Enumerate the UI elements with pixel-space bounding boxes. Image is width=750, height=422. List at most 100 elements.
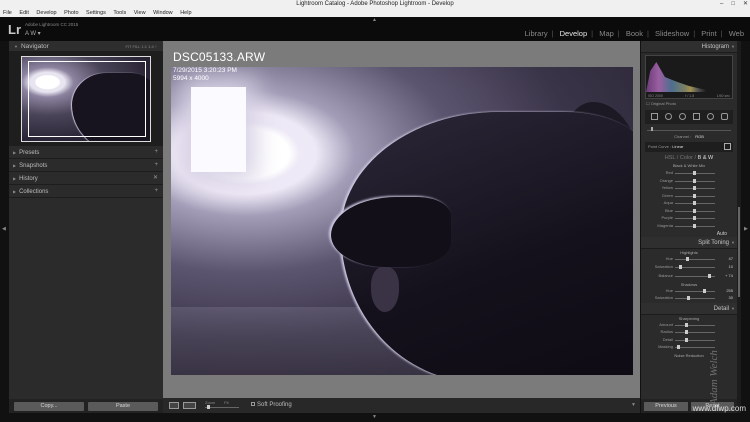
module-print[interactable]: Print — [701, 29, 716, 38]
exif-aperture: f / 1.8 — [685, 94, 695, 98]
top-panel-toggle-icon[interactable]: ▲ — [372, 17, 377, 23]
tab-color[interactable]: Color — [680, 155, 693, 161]
menu-view[interactable]: View — [134, 10, 146, 16]
expand-triangle-icon: ▶ — [13, 150, 17, 155]
module-book[interactable]: Book — [626, 29, 643, 38]
channel-value[interactable]: RGB — [695, 134, 704, 139]
navigator-zoom-options[interactable]: FIT FILL 1:1 1:4 ÷ — [125, 41, 157, 52]
bw-slider-magenta[interactable]: Magenta — [641, 223, 737, 231]
balance-slider[interactable]: Balance + 74 — [641, 273, 737, 281]
navigator-thumbnail[interactable] — [21, 56, 151, 142]
red-eye-icon[interactable] — [679, 113, 686, 120]
panel-history[interactable]: ▶ History ✕ — [9, 172, 163, 185]
toolbar-menu-chevron-icon[interactable]: ▼ — [631, 402, 636, 408]
graduated-filter-icon[interactable] — [693, 113, 700, 120]
paste-button[interactable]: Paste — [88, 402, 158, 411]
point-curve-row[interactable]: Point Curve : Linear — [645, 142, 733, 152]
add-preset-icon[interactable]: + — [154, 146, 158, 159]
zoom-slider[interactable] — [205, 407, 239, 408]
previous-button[interactable]: Previous — [644, 402, 688, 411]
histogram-header[interactable]: Histogram ▼ — [641, 41, 737, 53]
bw-slider-yellow[interactable]: Yellow — [641, 185, 737, 193]
filmstrip-toggle-icon[interactable]: ▼ — [372, 414, 377, 420]
bw-slider-red[interactable]: Red — [641, 170, 737, 178]
add-snapshot-icon[interactable]: + — [154, 159, 158, 172]
highlights-saturation-slider[interactable]: Saturation 10 — [641, 264, 737, 272]
before-after-icon[interactable] — [183, 402, 196, 409]
curve-edit-icon[interactable] — [724, 143, 731, 150]
bw-slider-aqua[interactable]: Aqua — [641, 200, 737, 208]
user-name[interactable]: A W ▾ — [25, 30, 41, 37]
panel-presets[interactable]: ▶ Presets + — [9, 146, 163, 159]
info-overlay: DSC05133.ARW 7/29/2015 3:20:23 PM 5994 x… — [173, 50, 265, 82]
clear-history-icon[interactable]: ✕ — [153, 172, 158, 185]
module-slideshow[interactable]: Slideshow — [655, 29, 689, 38]
close-icon[interactable]: ✕ — [743, 1, 748, 7]
sharpen-radius-slider[interactable]: Radius — [641, 329, 737, 337]
adjustment-brush-icon[interactable] — [721, 113, 728, 120]
bw-slider-purple[interactable]: Purple — [641, 215, 737, 223]
scrollbar-thumb[interactable] — [738, 207, 740, 297]
sharpen-masking-slider[interactable]: Masking — [641, 344, 737, 352]
menu-edit[interactable]: Edit — [19, 10, 28, 16]
menu-develop[interactable]: Develop — [36, 10, 56, 16]
navigator-header[interactable]: ▼ Navigator FIT FILL 1:1 1:4 ÷ — [9, 41, 163, 52]
panel-collections[interactable]: ▶ Collections + — [9, 185, 163, 198]
histogram[interactable]: ISO 2000 f / 1.8 1/60 sec — [645, 55, 733, 99]
sharpening-label: Sharpening — [678, 315, 700, 321]
detail-header[interactable]: Detail ▼ — [641, 302, 737, 315]
expand-triangle-icon: ▶ — [13, 189, 17, 194]
overlay-datetime: 7/29/2015 3:20:23 PM — [173, 67, 237, 74]
photo-dog-tongue — [371, 267, 399, 312]
left-panel-toggle-icon[interactable]: ◀ — [2, 226, 6, 232]
sharpen-detail-slider[interactable]: Detail — [641, 337, 737, 345]
detail-label: Detail — [713, 305, 729, 312]
tool-slider-thumb[interactable] — [651, 127, 653, 131]
menu-settings[interactable]: Settings — [86, 10, 106, 16]
tab-hsl[interactable]: HSL — [665, 155, 676, 161]
tab-bw[interactable]: B & W — [698, 155, 714, 161]
radial-filter-icon[interactable] — [707, 113, 714, 120]
original-photo-checkbox[interactable]: ☐ Original Photo — [641, 99, 737, 108]
shadows-saturation-slider[interactable]: Saturation 30 — [641, 295, 737, 303]
menu-window[interactable]: Window — [153, 10, 173, 16]
right-panel-toggle-icon[interactable]: ▶ — [744, 226, 748, 232]
zoom-slider-thumb[interactable] — [207, 405, 210, 409]
menu-file[interactable]: File — [3, 10, 12, 16]
shadows-hue-slider[interactable]: Hue 255 — [641, 288, 737, 296]
add-collection-icon[interactable]: + — [154, 185, 158, 198]
navigator-label: Navigator — [20, 43, 49, 50]
copy-button[interactable]: Copy... — [14, 402, 84, 411]
module-develop[interactable]: Develop — [560, 29, 588, 38]
minimize-icon[interactable]: – — [720, 1, 723, 7]
right-panel-scrollbar[interactable] — [737, 41, 741, 413]
menu-help[interactable]: Help — [180, 10, 191, 16]
split-toning-header[interactable]: Split Toning ▼ — [641, 237, 737, 249]
module-web[interactable]: Web — [729, 29, 744, 38]
photo-dog-snout — [331, 197, 451, 267]
channel-selector[interactable]: Channel : RGB — [641, 134, 737, 139]
bw-slider-orange[interactable]: Orange — [641, 178, 737, 186]
menu-tools[interactable]: Tools — [113, 10, 126, 16]
product-name: Adobe Lightroom CC 2015 — [25, 22, 79, 27]
histogram-label: Histogram — [701, 44, 729, 50]
menu-photo[interactable]: Photo — [64, 10, 78, 16]
module-library[interactable]: Library — [525, 29, 548, 38]
crop-tool-icon[interactable] — [651, 113, 658, 120]
checkbox-icon[interactable] — [251, 402, 255, 406]
tool-slider[interactable] — [647, 126, 731, 131]
loupe-view-icon[interactable] — [169, 402, 179, 409]
bw-slider-green[interactable]: Green — [641, 193, 737, 201]
navigator-viewport-box[interactable] — [28, 61, 146, 137]
spot-removal-icon[interactable] — [665, 113, 672, 120]
soft-proofing-toggle[interactable]: Soft Proofing — [251, 402, 292, 408]
sharpen-amount-slider[interactable]: Amount — [641, 322, 737, 330]
module-map[interactable]: Map — [599, 29, 614, 38]
panel-snapshots[interactable]: ▶ Snapshots + — [9, 159, 163, 172]
maximize-icon[interactable]: □ — [731, 1, 735, 7]
main-photo[interactable] — [171, 67, 633, 375]
collapse-triangle-icon: ▼ — [731, 305, 735, 311]
highlights-hue-slider[interactable]: Hue 47 — [641, 256, 737, 264]
point-curve-value[interactable]: Linear — [672, 144, 683, 149]
bw-slider-blue[interactable]: Blue — [641, 208, 737, 216]
